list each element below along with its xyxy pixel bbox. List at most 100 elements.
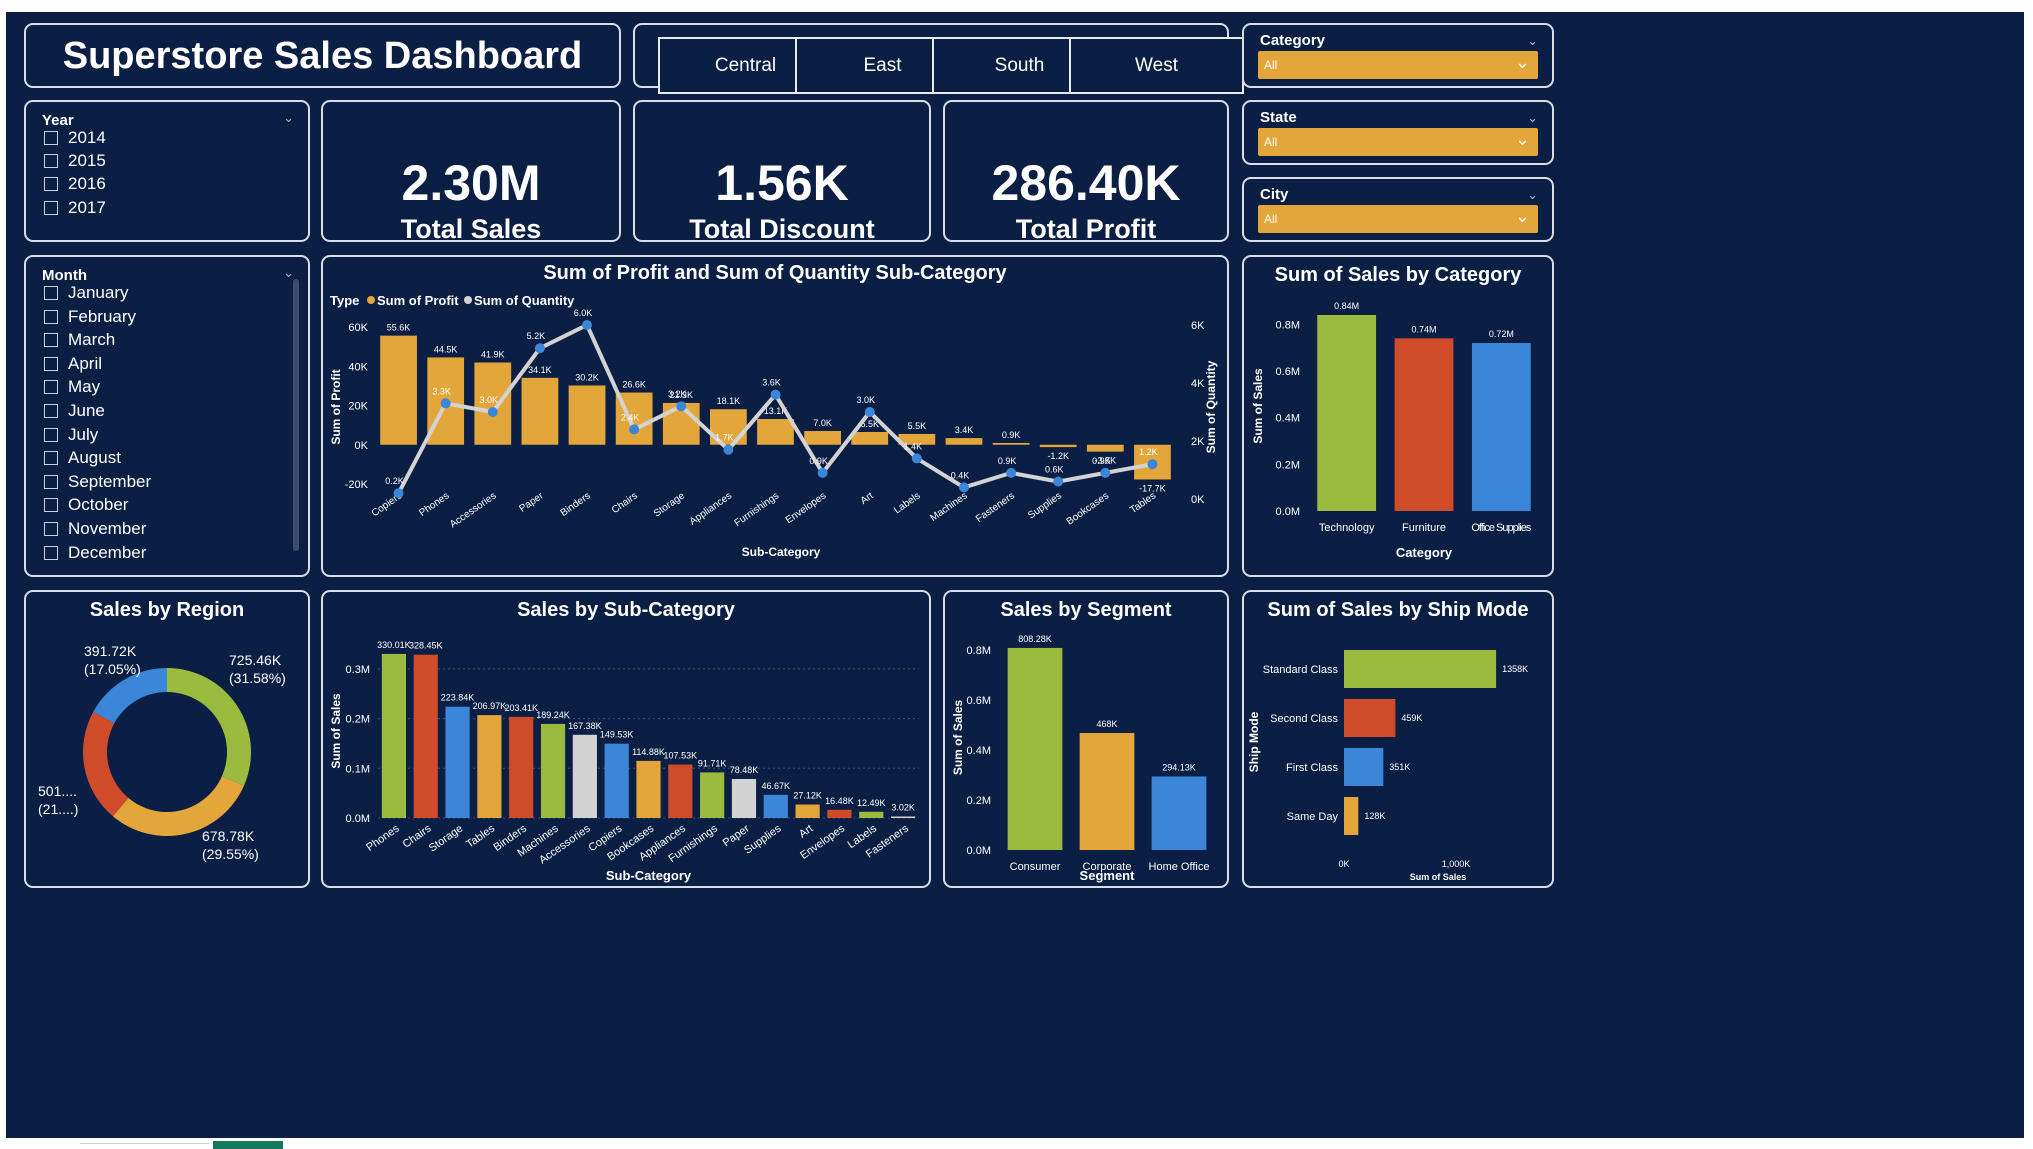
checkbox[interactable] bbox=[44, 474, 58, 489]
chevron-down-icon[interactable]: ⌄ bbox=[1527, 187, 1538, 203]
month-option[interactable]: December bbox=[44, 543, 146, 563]
bar bbox=[890, 816, 916, 818]
quantity-data-label: 0.6K bbox=[1045, 465, 1064, 475]
checkbox[interactable] bbox=[44, 286, 58, 300]
checkbox[interactable] bbox=[44, 404, 58, 418]
y-tick-label: 0.2M bbox=[346, 714, 370, 726]
month-option[interactable]: March bbox=[44, 330, 115, 350]
state-dropdown[interactable]: All ⌄ bbox=[1258, 128, 1538, 156]
bar-data-label: 107.53K bbox=[664, 751, 698, 761]
quantity-data-label: 1.4K bbox=[904, 441, 923, 451]
checkbox[interactable] bbox=[44, 356, 58, 371]
month-option[interactable]: June bbox=[44, 401, 105, 421]
slice-percent-label: (21....) bbox=[38, 801, 78, 817]
x-tick-label: Labels bbox=[892, 490, 922, 516]
quantity-point bbox=[534, 343, 545, 354]
y-tick-label: 0.2M bbox=[967, 795, 991, 807]
x-tick-label: Supplies bbox=[1026, 490, 1064, 521]
month-option[interactable]: February bbox=[44, 307, 136, 327]
y-tick-label: 0.6M bbox=[967, 695, 991, 707]
month-option[interactable]: April bbox=[44, 354, 102, 374]
bar-data-label: 128K bbox=[1364, 811, 1385, 821]
bar-data-label: 16.48K bbox=[825, 796, 854, 806]
kpi-total-sales: 2.30M Total Sales bbox=[321, 100, 621, 244]
bar bbox=[1471, 343, 1531, 511]
y-tick-label: First Class bbox=[1286, 762, 1338, 774]
x-tick-label: Envelopes bbox=[784, 490, 829, 526]
state-dropdown-value: All bbox=[1264, 135, 1278, 149]
checkbox[interactable] bbox=[44, 309, 58, 324]
month-option[interactable]: September bbox=[44, 472, 151, 492]
y-axis-title: Sum of Sales bbox=[951, 699, 965, 775]
slice-value-label: 678.78K bbox=[202, 828, 255, 844]
x-tick-label: Art bbox=[859, 490, 876, 506]
quantity-data-label: 0.4K bbox=[951, 470, 970, 480]
profit-bar bbox=[992, 442, 1030, 445]
profit-bar bbox=[568, 385, 606, 445]
checkbox[interactable] bbox=[44, 522, 58, 536]
year-option-2015[interactable]: 2015 bbox=[44, 151, 106, 171]
slice-percent-label: (29.55%) bbox=[202, 846, 259, 862]
category-dropdown[interactable]: All ⌄ bbox=[1258, 51, 1538, 79]
profit-data-label: 3.4K bbox=[955, 425, 974, 435]
month-option[interactable]: July bbox=[44, 425, 98, 445]
bar bbox=[413, 654, 438, 818]
month-option-label: September bbox=[68, 471, 152, 491]
checkbox[interactable] bbox=[44, 498, 58, 513]
profit-data-label: 55.6K bbox=[387, 323, 411, 333]
checkbox[interactable] bbox=[44, 427, 58, 442]
month-option[interactable]: August bbox=[44, 448, 121, 468]
quantity-point bbox=[440, 398, 451, 409]
sales-by-segment-chart: Sales by Segment 0.8M 0.6M 0.4M 0.2M 0.0M Sum … bbox=[951, 599, 1209, 883]
y2-tick-label: 0K bbox=[1191, 494, 1205, 506]
kpi-total-profit: 286.40K Total Profit bbox=[943, 100, 1229, 244]
profit-bar bbox=[804, 431, 841, 445]
x-tick-label: Tables bbox=[1128, 490, 1158, 516]
x-tick-label: Accessories bbox=[448, 490, 498, 530]
year-option-2017[interactable]: 2017 bbox=[44, 198, 106, 218]
bar bbox=[540, 723, 566, 818]
checkbox[interactable] bbox=[44, 333, 58, 348]
sales-by-category-chart: Sum of Sales by Category 0.8M 0.6M 0.4M 0.2M… bbox=[1251, 264, 1532, 560]
y-tick-label: Same Day bbox=[1287, 811, 1339, 823]
month-option[interactable]: October bbox=[44, 495, 128, 515]
bar-data-label: 114.88K bbox=[632, 747, 665, 757]
chevron-down-icon[interactable]: ⌄ bbox=[1527, 33, 1538, 49]
city-dropdown[interactable]: All ⌄ bbox=[1258, 205, 1538, 233]
profit-data-label: 41.9K bbox=[481, 350, 505, 360]
bar bbox=[445, 706, 470, 818]
month-option[interactable]: May bbox=[44, 377, 100, 397]
y-tick-label: 0.3M bbox=[346, 664, 370, 676]
profit-bar bbox=[757, 419, 794, 445]
sales-by-category-card: Sum of Sales by Category 0.8M 0.6M 0.4M 0.2M… bbox=[1242, 255, 1554, 577]
chevron-down-icon[interactable]: ⌄ bbox=[283, 110, 294, 126]
bar-data-label: 0.84M bbox=[1334, 301, 1359, 311]
month-option[interactable]: November bbox=[44, 519, 146, 539]
year-option-2016[interactable]: 2016 bbox=[44, 174, 106, 194]
month-option[interactable]: January bbox=[44, 283, 128, 303]
page-tab-active[interactable] bbox=[213, 1141, 283, 1149]
month-slicer-scrollbar[interactable] bbox=[293, 279, 299, 551]
year-option-2014[interactable]: 2014 bbox=[44, 128, 106, 148]
region-button-west[interactable]: West bbox=[1069, 37, 1244, 94]
checkbox[interactable] bbox=[44, 545, 58, 560]
chart-title: Sum of Sales by Category bbox=[1275, 264, 1523, 286]
y-tick-label: 0.6M bbox=[1276, 366, 1300, 378]
chevron-down-icon[interactable]: ⌄ bbox=[283, 265, 294, 281]
chevron-down-icon[interactable]: ⌄ bbox=[1527, 110, 1538, 126]
bar bbox=[859, 811, 884, 818]
checkbox[interactable] bbox=[44, 154, 58, 168]
x-axis-title: Sum of Sales bbox=[1410, 872, 1467, 882]
y-axis-title: Sum of Sales bbox=[329, 693, 343, 769]
x-tick-label: Storage bbox=[427, 823, 465, 855]
checkbox[interactable] bbox=[44, 201, 58, 215]
checkbox[interactable] bbox=[44, 131, 58, 145]
y-tick-label: 0K bbox=[355, 440, 369, 452]
checkbox[interactable] bbox=[44, 451, 58, 466]
sales-by-region-card: Sales by Region 725.46K (31.58%) 678.78K (29… bbox=[24, 590, 310, 888]
checkbox[interactable] bbox=[44, 380, 58, 395]
year-option-label: 2017 bbox=[68, 198, 106, 217]
month-option-label: March bbox=[68, 330, 116, 350]
checkbox[interactable] bbox=[44, 177, 58, 191]
donut-slice bbox=[83, 711, 129, 817]
